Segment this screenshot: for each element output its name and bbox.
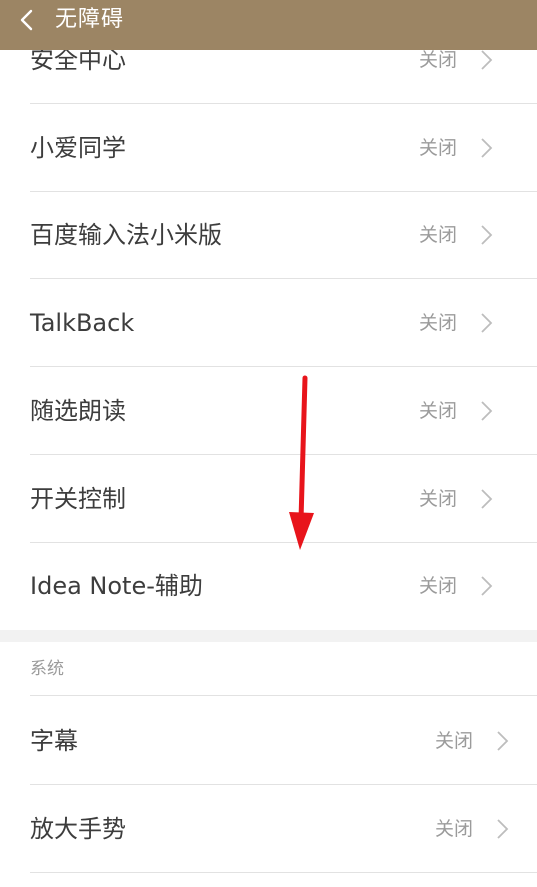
row-divider [30, 695, 537, 696]
page-title: 无障碍 [55, 7, 125, 32]
chevron-right-icon [496, 818, 510, 840]
setting-row-xiaoai[interactable]: 小爱同学 关闭 [30, 104, 537, 192]
chevron-right-icon [480, 137, 494, 159]
setting-status: 关闭 [419, 575, 458, 597]
setting-title: Idea Note-辅助 [30, 572, 203, 600]
chevron-right-icon [480, 224, 494, 246]
setting-status: 关闭 [419, 312, 458, 334]
setting-row-select-to-speak[interactable]: 随选朗读 关闭 [30, 367, 537, 455]
section-separator [0, 630, 537, 642]
setting-status: 关闭 [419, 488, 458, 510]
section-label: 系统 [30, 659, 64, 679]
setting-title: 百度输入法小米版 [30, 221, 222, 249]
section-header-system: 系统 [30, 642, 537, 696]
setting-title: 开关控制 [30, 485, 126, 513]
chevron-right-icon [480, 400, 494, 422]
setting-title: TalkBack [30, 309, 135, 337]
back-button[interactable] [12, 5, 40, 35]
chevron-right-icon [480, 488, 494, 510]
row-divider [30, 872, 537, 873]
title-bar: 无障碍 [0, 0, 537, 50]
chevron-right-icon [496, 730, 510, 752]
setting-status: 关闭 [419, 137, 458, 159]
setting-status: 关闭 [419, 224, 458, 246]
setting-row-captions[interactable]: 字幕 关闭 [30, 697, 537, 785]
setting-title: 放大手势 [30, 815, 126, 843]
setting-row-idea-note[interactable]: Idea Note-辅助 关闭 [30, 542, 537, 630]
setting-title: 小爱同学 [30, 134, 126, 162]
setting-status: 关闭 [435, 730, 474, 752]
setting-status: 关闭 [435, 818, 474, 840]
chevron-right-icon [480, 49, 494, 71]
setting-row-switch-access[interactable]: 开关控制 关闭 [30, 455, 537, 543]
accessibility-settings-screen: 无障碍 安全中心 关闭 小爱同学 关闭 百度输入法小米版 关闭 TalkBack… [0, 0, 537, 887]
setting-status: 关闭 [419, 400, 458, 422]
setting-title: 随选朗读 [30, 397, 126, 425]
chevron-left-icon [20, 9, 33, 31]
chevron-right-icon [480, 312, 494, 334]
chevron-right-icon [480, 575, 494, 597]
setting-row-talkback[interactable]: TalkBack 关闭 [30, 279, 537, 367]
setting-title: 字幕 [30, 727, 78, 755]
setting-row-baidu-input[interactable]: 百度输入法小米版 关闭 [30, 191, 537, 279]
setting-row-magnification-gestures[interactable]: 放大手势 关闭 [30, 785, 537, 873]
